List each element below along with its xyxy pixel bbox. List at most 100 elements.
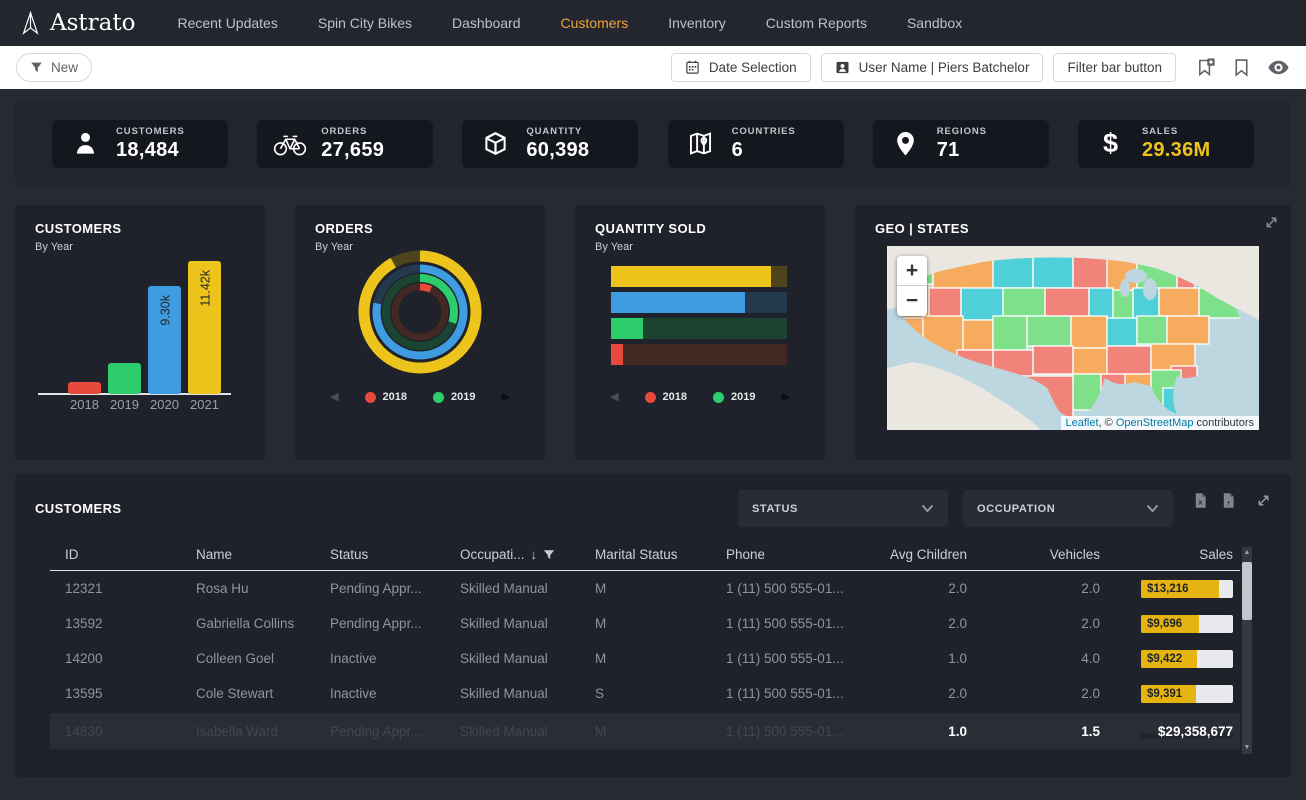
scroll-down-icon[interactable]: ▼: [1242, 742, 1252, 754]
legend-next-button[interactable]: ▶: [781, 392, 789, 403]
hbar-fill: [611, 292, 745, 313]
cell-marital_status: M: [580, 616, 711, 631]
sales-bar-value: $9,391: [1147, 685, 1182, 703]
astrato-logo-icon: [20, 11, 41, 36]
column-header-vehicles[interactable]: Vehicles: [991, 547, 1124, 562]
leaflet-link[interactable]: Leaflet: [1066, 417, 1099, 429]
legend-item-2018: 2018: [365, 391, 407, 403]
svg-text:9.30k: 9.30k: [159, 294, 173, 325]
column-header-phone[interactable]: Phone: [711, 547, 876, 562]
column-header-id[interactable]: ID: [50, 547, 181, 562]
chart-subtitle: By Year: [35, 241, 245, 253]
kpi-card-sales: $SALES29.36M: [1078, 120, 1254, 168]
quantity-hbar-chart[interactable]: [611, 266, 787, 370]
hbar-fill: [611, 344, 623, 365]
nav-item-spin-city-bikes[interactable]: Spin City Bikes: [298, 0, 432, 46]
cell-marital_status: M: [580, 581, 711, 596]
status-filter-dropdown[interactable]: STATUS: [738, 490, 948, 527]
nav-item-customers[interactable]: Customers: [541, 0, 649, 46]
column-header-occupati[interactable]: Occupati...↓: [445, 547, 580, 562]
table-row[interactable]: 14200Colleen GoelInactiveSkilled ManualM…: [50, 641, 1240, 676]
leaflet-map[interactable]: + − Leaflet, © OpenStreetMap contributor…: [887, 246, 1259, 430]
table-row[interactable]: 13595Cole StewartInactiveSkilled ManualS…: [50, 676, 1240, 711]
expand-icon[interactable]: [1256, 493, 1271, 508]
filter-funnel-icon: [30, 61, 43, 74]
expand-icon[interactable]: [1264, 215, 1279, 230]
column-header-label: Vehicles: [1050, 547, 1100, 562]
column-header-label: Avg Children: [890, 547, 967, 562]
kpi-value: 29.36M: [1142, 139, 1211, 162]
bookmark-icon[interactable]: [1231, 57, 1252, 78]
app-title: Astrato: [50, 10, 135, 36]
top-nav: Astrato Recent UpdatesSpin City BikesDas…: [0, 0, 1306, 46]
kpi-label: ORDERS: [321, 126, 384, 137]
calendar-icon: [685, 60, 700, 75]
export-excel-icon[interactable]: x: [1192, 492, 1209, 509]
new-filter-button[interactable]: New: [16, 53, 92, 82]
column-header-label: Sales: [1199, 547, 1233, 562]
column-header-sales[interactable]: Sales: [1124, 547, 1240, 562]
totals-cell-marital_status: M: [580, 724, 711, 739]
legend-label: 2019: [731, 391, 755, 403]
table-row[interactable]: 12321Rosa HuPending Appr...Skilled Manua…: [50, 571, 1240, 606]
hbar-2019: [611, 318, 787, 339]
kpi-card-orders: ORDERS27,659: [257, 120, 433, 168]
cell-id: 13595: [50, 686, 181, 701]
eye-icon[interactable]: [1267, 56, 1290, 79]
nav-item-inventory[interactable]: Inventory: [648, 0, 746, 46]
occupation-filter-dropdown[interactable]: OCCUPATION: [963, 490, 1173, 527]
table-totals-row: 14830Isabella WardPending Appr...Skilled…: [50, 713, 1240, 749]
totals-cell-name: Isabella Ward: [181, 724, 315, 739]
sort-descending-icon[interactable]: ↓: [531, 547, 538, 562]
column-header-avg-children[interactable]: Avg Children: [876, 547, 991, 562]
sales-bar: $9,391: [1141, 685, 1233, 703]
dropdown-label: OCCUPATION: [977, 503, 1055, 515]
scroll-up-icon[interactable]: ▲: [1242, 547, 1252, 559]
totals-cell-vehicles: 1.5: [991, 724, 1124, 739]
customers-chart-panel: CUSTOMERS By Year 201820199.30k202011.42…: [15, 205, 265, 460]
legend-prev-button[interactable]: ◀: [330, 392, 338, 403]
column-header-name[interactable]: Name: [181, 547, 315, 562]
nav-item-dashboard[interactable]: Dashboard: [432, 0, 541, 46]
cell-sales: $9,422: [1124, 650, 1240, 668]
cell-status: Pending Appr...: [315, 616, 445, 631]
box-icon: [477, 130, 513, 157]
kpi-panel: CUSTOMERS18,484ORDERS27,659QUANTITY60,39…: [15, 100, 1291, 187]
table-header-row: IDName Status Occupati...↓Marital StatusPh…: [50, 547, 1240, 571]
chart-title: ORDERS: [315, 221, 525, 236]
customers-bar-chart[interactable]: 201820199.30k202011.42k2021: [35, 255, 251, 420]
legend-next-button[interactable]: ▶: [501, 392, 509, 403]
bar-2018: [68, 382, 101, 394]
user-name-button[interactable]: User Name | Piers Batchelor: [821, 53, 1044, 82]
table-row[interactable]: 13592Gabriella CollinsPending Appr...Ski…: [50, 606, 1240, 641]
date-selection-button[interactable]: Date Selection: [671, 53, 811, 82]
quantity-chart-panel: QUANTITY SOLD By Year ◀20182019▶: [575, 205, 825, 460]
table-filters: STATUS OCCUPATION: [738, 490, 1173, 527]
column-header-status[interactable]: Status: [315, 547, 445, 562]
cell-status: Inactive: [315, 686, 445, 701]
table-scrollbar[interactable]: ▲ ▼: [1242, 547, 1252, 754]
nav-item-recent-updates[interactable]: Recent Updates: [157, 0, 297, 46]
column-header-label: Status: [330, 547, 368, 562]
export-csv-icon[interactable]: ,: [1220, 492, 1237, 509]
cell-avg_children: 2.0: [876, 581, 991, 596]
scrollbar-thumb[interactable]: [1242, 562, 1252, 620]
totals-sales-value: $29,358,677: [1158, 724, 1233, 739]
filter-bar-button[interactable]: Filter bar button: [1053, 53, 1176, 82]
column-filter-icon[interactable]: [543, 549, 555, 561]
orders-ring-chart[interactable]: [345, 237, 495, 392]
svg-text:$: $: [1103, 130, 1118, 157]
nav-item-custom-reports[interactable]: Custom Reports: [746, 0, 887, 46]
bookmark-add-icon[interactable]: [1195, 57, 1216, 78]
kpi-label: QUANTITY: [526, 126, 589, 137]
legend-prev-button[interactable]: ◀: [610, 392, 618, 403]
column-header-marital-status[interactable]: Marital Status: [580, 547, 711, 562]
nav-item-sandbox[interactable]: Sandbox: [887, 0, 982, 46]
chart-subtitle: By Year: [595, 241, 805, 253]
openstreetmap-link[interactable]: OpenStreetMap: [1116, 417, 1194, 429]
cell-marital_status: M: [580, 651, 711, 666]
map-zoom-out-button[interactable]: −: [897, 286, 927, 316]
person-icon: [67, 130, 103, 157]
map-zoom-in-button[interactable]: +: [897, 256, 927, 286]
totals-cell-status: Pending Appr...: [315, 724, 445, 739]
